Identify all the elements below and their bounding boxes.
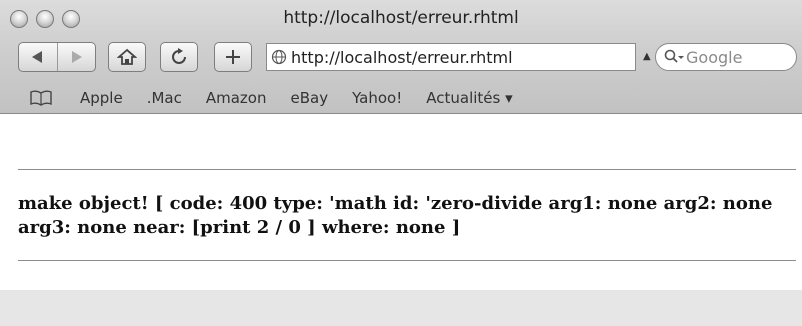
browser-chrome: http://localhost/erreur.rhtml http://loc… xyxy=(0,0,802,114)
reload-icon xyxy=(172,48,186,64)
bookmark-amazon[interactable]: Amazon xyxy=(206,89,267,107)
back-arrow-icon xyxy=(31,51,42,63)
back-button[interactable] xyxy=(19,43,57,71)
back-forward-group xyxy=(18,42,96,72)
address-bar[interactable]: http://localhost/erreur.rhtml xyxy=(266,43,636,71)
page-bottom-area xyxy=(0,290,802,326)
snapback-caret-icon[interactable]: ▲ xyxy=(643,51,651,62)
page-content: make object! [ code: 400 type: 'math id:… xyxy=(0,114,802,289)
bookmarks-book-icon[interactable] xyxy=(30,90,52,106)
address-text: http://localhost/erreur.rhtml xyxy=(291,47,513,67)
window-title: http://localhost/erreur.rhtml xyxy=(283,8,519,28)
plus-icon xyxy=(226,50,240,64)
home-button[interactable] xyxy=(108,42,146,72)
bookmark-mac[interactable]: .Mac xyxy=(147,89,182,107)
bookmark-apple[interactable]: Apple xyxy=(80,89,123,107)
search-icon xyxy=(664,49,684,63)
search-field[interactable]: Google xyxy=(655,43,797,71)
search-placeholder: Google xyxy=(686,47,743,67)
error-message: make object! [ code: 400 type: 'math id:… xyxy=(18,193,773,238)
bookmark-ebay[interactable]: eBay xyxy=(290,89,328,107)
add-bookmark-button[interactable] xyxy=(214,42,252,72)
globe-icon xyxy=(271,49,287,65)
home-icon xyxy=(117,48,137,65)
bottom-horizontal-rule xyxy=(18,260,796,261)
bookmarks-bar: Apple .Mac Amazon eBay Yahoo! Actualités… xyxy=(0,84,802,112)
bookmark-yahoo[interactable]: Yahoo! xyxy=(352,89,402,107)
bookmark-actualites[interactable]: Actualités ▾ xyxy=(426,89,512,107)
top-horizontal-rule xyxy=(18,169,796,170)
forward-button[interactable] xyxy=(57,43,95,71)
forward-arrow-icon xyxy=(72,51,83,63)
reload-button[interactable] xyxy=(160,42,198,72)
toolbar: http://localhost/erreur.rhtml ▲ Google xyxy=(0,42,802,76)
